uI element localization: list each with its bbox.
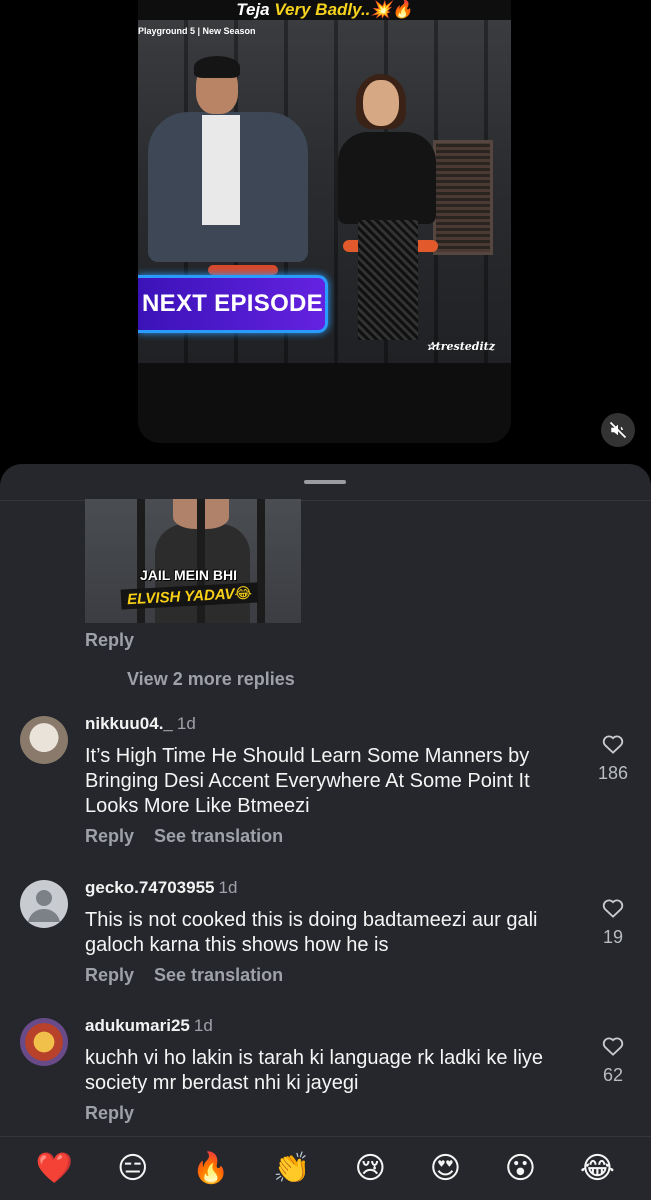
comment-actions: Reply See translation [85,965,283,986]
person-right-body [338,132,436,224]
username[interactable]: nikkuu04._ [85,714,173,733]
person-right-head [363,80,399,126]
comments-sheet: JAIL MEIN BHI ELVISH YADAV😂 Reply View 2… [0,464,651,1200]
comment-header: nikkuu04._ 1d [85,714,196,734]
gif-text-line1: JAIL MEIN BHI [140,567,237,583]
red-heart-emoji-button[interactable]: ❤️ [36,1153,73,1184]
video-frame: Playground 5 | New Season NEXT EPISODE ✰… [138,20,511,363]
username[interactable]: adukumari25 [85,1016,190,1035]
heart-outline-icon [602,899,624,918]
like-count: 19 [602,927,624,947]
like-count: 186 [597,763,629,783]
caption-emoji: 💥🔥 [370,0,413,19]
comment-header: adukumari25 1d [85,1016,213,1036]
like-button[interactable]: 62 [593,1036,633,1086]
heart-eyes-emoji-button[interactable]: 😍 [430,1153,461,1184]
like-count: 62 [602,1065,624,1085]
default-avatar-icon [28,890,60,922]
comment-text: kuchh vi ho lakin is tarah ki language r… [85,1047,544,1094]
clapping-emoji-button[interactable]: 👏 [273,1153,310,1184]
see-translation-button[interactable]: See translation [154,965,283,985]
see-translation-button[interactable]: See translation [154,826,283,846]
next-episode-text: NEXT EPISODE [142,290,323,317]
emoji-reaction-bar: ❤️ 😑 🔥 👏 😢 😍 😮 😂 [0,1136,651,1200]
heart-outline-icon [602,1037,624,1056]
timestamp: 1d [193,1016,213,1035]
reply-button[interactable]: Reply [85,1103,134,1123]
comment-text: This is not cooked this is doing badtame… [85,909,538,956]
avatar[interactable] [20,1018,68,1066]
fire-emoji-button[interactable]: 🔥 [192,1153,229,1184]
avatar[interactable] [20,880,68,928]
avatar[interactable] [20,716,68,764]
like-button[interactable]: 19 [593,898,633,948]
caption-white: Teja [236,0,275,19]
person-left-shirt [202,115,240,225]
reply-button[interactable]: Reply [85,826,134,846]
reply-button[interactable]: Reply [85,965,134,985]
surprised-emoji-button[interactable]: 😮 [505,1153,536,1184]
crying-emoji-button[interactable]: 😢 [355,1153,386,1184]
next-episode-banner: NEXT EPISODE [138,275,328,333]
comment-actions: Reply See translation [85,826,283,847]
view-more-replies-button[interactable]: View 2 more replies [127,669,295,690]
frame-label: Playground 5 | New Season [138,26,256,36]
username[interactable]: gecko.74703955 [85,878,215,897]
person-left-hair [194,56,240,78]
timestamp: 1d [176,714,196,733]
mute-button[interactable] [601,413,635,447]
reply-button[interactable]: Reply [85,630,134,651]
laughing-emoji-button[interactable]: 😂 [580,1153,615,1184]
person-right-legs [358,220,418,340]
heart-outline-icon [602,735,624,754]
watermark: ✰tresteditz [426,340,495,353]
stool-left [208,265,278,275]
video-player[interactable]: Teja Very Badly..💥🔥 Playground 5 | New S… [138,0,511,443]
comment-actions: Reply [85,1103,134,1124]
drag-handle[interactable] [304,480,346,484]
speaker-muted-icon [609,421,627,439]
expressionless-emoji-button[interactable]: 😑 [117,1153,148,1184]
comment-header: gecko.74703955 1d [85,878,237,898]
timestamp: 1d [218,878,238,897]
video-caption: Teja Very Badly..💥🔥 [138,0,511,20]
background-vent [433,140,493,255]
caption-yellow: Very Badly.. [274,0,371,19]
reply-gif[interactable]: JAIL MEIN BHI ELVISH YADAV😂 [85,499,301,623]
comment-text: It’s High Time He Should Learn Some Mann… [85,745,530,817]
video-area: Teja Very Badly..💥🔥 Playground 5 | New S… [0,0,651,480]
like-button[interactable]: 186 [593,734,633,784]
